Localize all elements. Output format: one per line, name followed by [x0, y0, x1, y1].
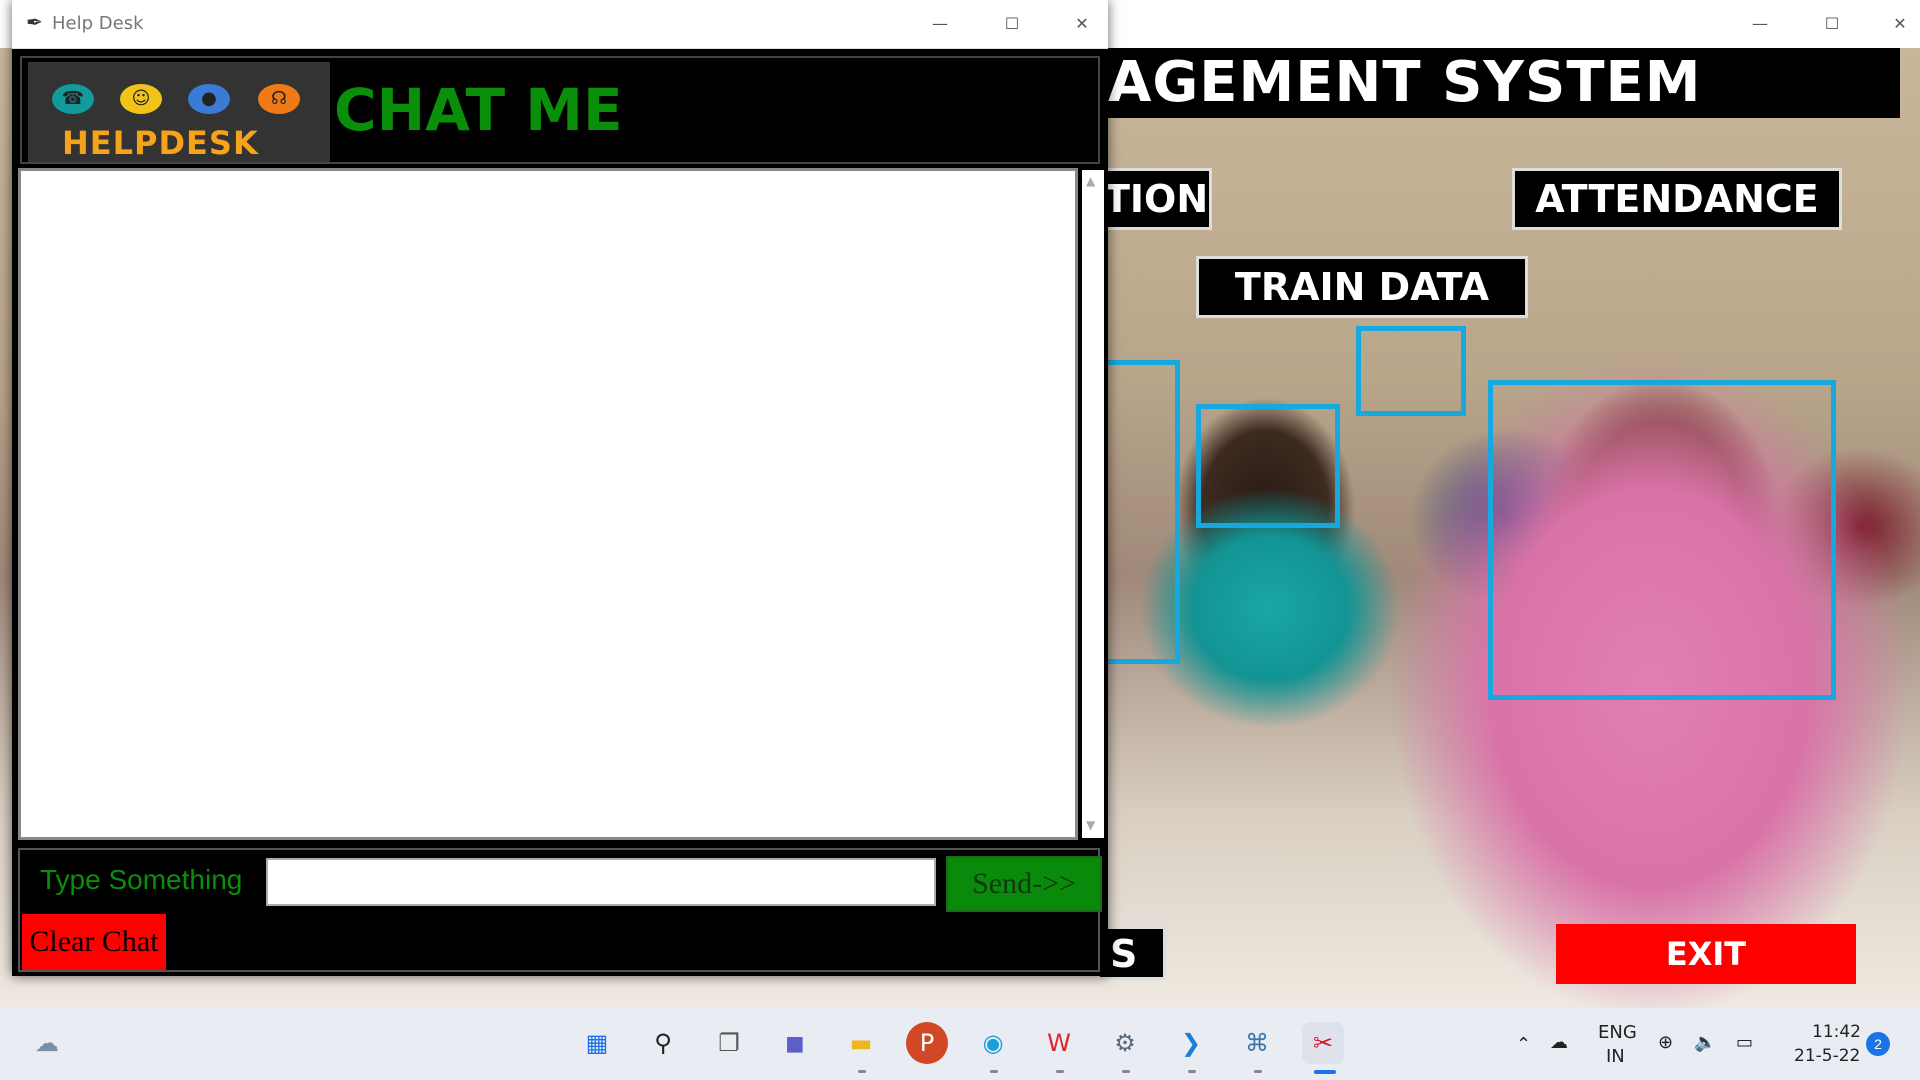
task-view-icon[interactable]: ❐ — [708, 1022, 750, 1064]
python-icon[interactable]: ⌘ — [1236, 1022, 1278, 1064]
search-icon[interactable]: ⚲ — [642, 1022, 684, 1064]
running-indicator — [1188, 1070, 1196, 1073]
headset-icon: ☊ — [258, 84, 300, 114]
edge-icon[interactable]: ◉ — [972, 1022, 1014, 1064]
weather-icon[interactable]: ☁ — [26, 1022, 68, 1064]
send-button[interactable]: Send->> — [946, 856, 1102, 912]
vscode-icon[interactable]: ❯ — [1170, 1022, 1212, 1064]
helpdesk-logo: ☎ ☺ ● ☊ HELPDESK — [28, 62, 330, 162]
person-icon: ☺ — [120, 84, 162, 114]
help-desk-titlebar: ✒ Help Desk — ☐ ✕ — [12, 0, 1108, 49]
running-indicator — [1056, 1070, 1064, 1073]
face-detection-box — [1100, 360, 1180, 664]
file-explorer-icon[interactable]: ▬ — [840, 1022, 882, 1064]
clock-time[interactable]: 11:42 — [1812, 1022, 1861, 1042]
clear-chat-button[interactable]: Clear Chat — [22, 914, 166, 970]
teams-icon[interactable]: ◼ — [774, 1022, 816, 1064]
bg-close-button[interactable]: ✕ — [1880, 10, 1920, 38]
help-desk-window: ✒ Help Desk — ☐ ✕ ☎ ☺ ● ☊ HELPDESK CHAT … — [12, 0, 1108, 976]
face-detection-box — [1488, 380, 1836, 700]
helpdesk-logo-text: HELPDESK — [62, 124, 259, 162]
scroll-up-icon[interactable]: ▲ — [1086, 174, 1095, 188]
active-app-indicator — [1314, 1070, 1336, 1074]
running-indicator — [1122, 1070, 1130, 1073]
chevron-up-icon[interactable]: ⌃ — [1516, 1034, 1531, 1055]
battery-icon[interactable]: ▭ — [1736, 1032, 1753, 1053]
chat-header: ☎ ☺ ● ☊ HELPDESK CHAT ME — [20, 56, 1100, 164]
running-indicator — [1254, 1070, 1262, 1073]
wps-icon[interactable]: W — [1038, 1022, 1080, 1064]
clock-date[interactable]: 21-5-22 — [1794, 1046, 1860, 1066]
language-label[interactable]: ENG — [1598, 1022, 1637, 1043]
exit-button[interactable]: EXIT — [1556, 924, 1856, 984]
student-information-button[interactable]: TION — [1100, 168, 1212, 230]
face-detection-box — [1196, 404, 1340, 528]
network-icon[interactable]: ⊕ — [1658, 1032, 1673, 1053]
partial-bottom-button[interactable]: S — [1100, 926, 1166, 980]
bg-minimize-button[interactable]: — — [1740, 10, 1780, 38]
bg-maximize-button[interactable]: ☐ — [1812, 10, 1852, 38]
running-indicator — [858, 1070, 866, 1073]
minimize-button[interactable]: — — [920, 10, 960, 38]
taskbar: ☁ ▦ ⚲ ❐ ◼ ▬ P ◉ W ⚙ ❯ ⌘ ✂ ⌃ ☁ ENG IN ⊕ 🔈… — [0, 1008, 1920, 1080]
close-button[interactable]: ✕ — [1062, 10, 1102, 38]
feather-icon: ✒ — [26, 12, 43, 34]
message-input[interactable] — [266, 858, 936, 906]
system-header: AGEMENT SYSTEM — [1100, 48, 1900, 118]
notification-badge[interactable]: 2 — [1866, 1032, 1890, 1056]
scroll-down-icon[interactable]: ▼ — [1086, 818, 1095, 832]
chat-me-heading: CHAT ME — [334, 76, 623, 144]
window-title: Help Desk — [52, 13, 144, 34]
powerpoint-icon[interactable]: P — [906, 1022, 948, 1064]
chat-log[interactable] — [18, 168, 1078, 840]
onedrive-icon[interactable]: ☁ — [1550, 1032, 1568, 1053]
region-label[interactable]: IN — [1606, 1046, 1625, 1067]
chat-bubble-icon: ● — [188, 84, 230, 114]
train-data-button[interactable]: TRAIN DATA — [1196, 256, 1528, 318]
attendance-button[interactable]: ATTENDANCE — [1512, 168, 1842, 230]
snipping-tool-icon[interactable]: ✂ — [1302, 1022, 1344, 1064]
maximize-button[interactable]: ☐ — [992, 10, 1032, 38]
type-something-label: Type Something — [40, 864, 243, 895]
face-detection-box — [1356, 326, 1466, 416]
settings-icon[interactable]: ⚙ — [1104, 1022, 1146, 1064]
start-icon[interactable]: ▦ — [576, 1022, 618, 1064]
chat-input-panel: Type Something Send->> Clear Chat — [18, 848, 1102, 972]
chat-scrollbar[interactable]: ▲ ▼ — [1082, 170, 1104, 838]
running-indicator — [990, 1070, 998, 1073]
volume-icon[interactable]: 🔈 — [1694, 1032, 1716, 1053]
phone-icon: ☎ — [52, 84, 94, 114]
